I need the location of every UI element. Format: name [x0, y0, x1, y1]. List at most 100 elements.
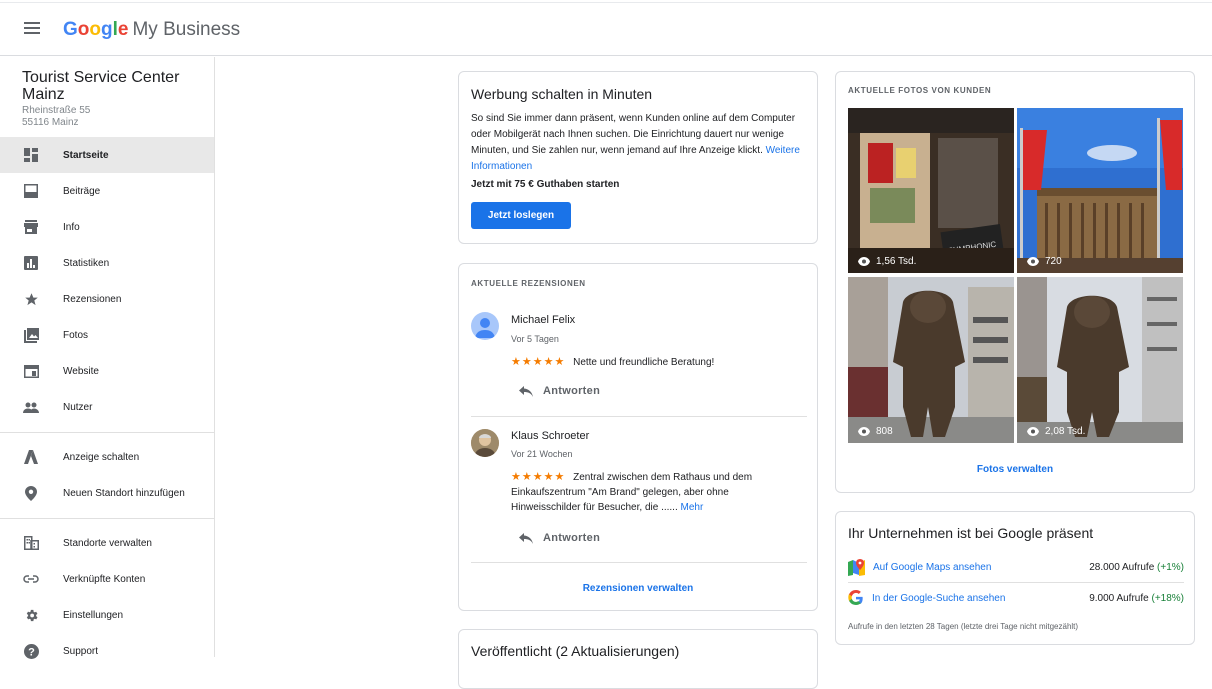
star-rating: ★★★★★: [511, 356, 566, 368]
sidebar-item-label: Website: [63, 365, 99, 377]
sidebar-item-label: Fotos: [63, 329, 89, 341]
sidebar-item-anzeige-schalten[interactable]: Anzeige schalten: [0, 439, 214, 475]
sidebar-item-beitraege[interactable]: Beiträge: [0, 173, 214, 209]
review-text: Nette und freundliche Beratung!: [573, 357, 715, 368]
sidebar: Tourist Service Center Mainz Rheinstraße…: [0, 57, 215, 659]
dashboard-icon: [23, 147, 39, 163]
review-date: Vor 5 Tagen: [511, 334, 559, 344]
sidebar-item-label: Verknüpfte Konten: [63, 573, 146, 585]
ads-icon: [23, 449, 39, 465]
eye-icon: [858, 257, 870, 266]
sidebar-divider: [0, 518, 214, 519]
photo-view-count: 2,08 Tsd.: [1045, 426, 1086, 437]
photo-view-count: 808: [876, 426, 893, 437]
sidebar-item-label: Rezensionen: [63, 293, 122, 305]
maps-views-stat: 28.000 Aufrufe (+1%): [1089, 562, 1184, 573]
review-content: ★★★★★ Zentral zwischen dem Rathaus und d…: [511, 470, 801, 515]
sidebar-item-neuen-standort[interactable]: Neuen Standort hinzufügen: [0, 475, 214, 511]
manage-photos-button[interactable]: Fotos verwalten: [836, 464, 1194, 475]
sidebar-item-label: Beiträge: [63, 185, 101, 197]
star-icon: [23, 291, 39, 307]
sidebar-item-standorte-verwalten[interactable]: Standorte verwalten: [0, 525, 214, 561]
sidebar-item-info[interactable]: Info: [0, 209, 214, 245]
google-maps-icon: [848, 558, 865, 576]
customer-photo[interactable]: SYMPHONIC 1,56 Tsd.: [848, 108, 1014, 273]
sidebar-item-website[interactable]: Website: [0, 353, 214, 389]
ads-offer-text: Jetzt mit 75 € Guthaben starten: [471, 179, 620, 190]
avatar: [471, 312, 499, 340]
photos-icon: [23, 327, 39, 343]
review-content: ★★★★★ Nette und freundliche Beratung!: [511, 355, 801, 368]
website-icon: [23, 363, 39, 379]
star-rating: ★★★★★: [511, 471, 566, 483]
search-row: In der Google-Suche ansehen 9.000 Aufruf…: [848, 587, 1184, 609]
reply-button[interactable]: Antworten: [519, 532, 600, 544]
customer-photo[interactable]: 720: [1017, 108, 1183, 273]
manage-reviews-button[interactable]: Rezensionen verwalten: [459, 583, 817, 594]
reviews-card: AKTUELLE REZENSIONEN Michael Felix Vor 5…: [458, 263, 818, 611]
maps-link[interactable]: Auf Google Maps ansehen: [873, 562, 991, 573]
menu-icon[interactable]: [24, 22, 40, 34]
review-date: Vor 21 Wochen: [511, 449, 573, 459]
eye-icon: [1027, 257, 1039, 266]
presence-title: Ihr Unternehmen ist bei Google präsent: [848, 525, 1094, 541]
reply-button[interactable]: Antworten: [519, 385, 600, 397]
reply-icon: [519, 385, 533, 397]
photo-views: 2,08 Tsd.: [1027, 426, 1085, 437]
customer-photo[interactable]: 808: [848, 277, 1014, 443]
top-edge-line: [0, 2, 1212, 3]
sidebar-item-statistiken[interactable]: Statistiken: [0, 245, 214, 281]
search-link[interactable]: In der Google-Suche ansehen: [872, 593, 1005, 604]
search-views-stat: 9.000 Aufrufe (+18%): [1089, 593, 1184, 604]
avatar: [471, 429, 499, 457]
photo-views: 1,56 Tsd.: [858, 256, 916, 267]
sidebar-item-label: Neuen Standort hinzufügen: [63, 487, 185, 499]
photo-view-count: 720: [1045, 256, 1062, 267]
customer-photo[interactable]: 2,08 Tsd.: [1017, 277, 1183, 443]
search-views-count: 9.000 Aufrufe: [1089, 592, 1149, 604]
svg-text:?: ?: [28, 646, 35, 658]
logo-letter: g: [101, 19, 113, 40]
reviewer-name: Michael Felix: [511, 314, 576, 326]
sidebar-item-label: Info: [63, 221, 80, 233]
insights-icon: [23, 255, 39, 271]
sidebar-item-einstellungen[interactable]: Einstellungen: [0, 597, 214, 633]
business-name: Tourist Service Center Mainz: [22, 69, 180, 103]
photo-views: 720: [1027, 256, 1062, 267]
sidebar-item-label: Einstellungen: [63, 609, 124, 621]
business-address: Rheinstraße 55 55116 Mainz: [22, 105, 90, 129]
top-app-bar: Google My Business: [0, 0, 1212, 56]
maps-row: Auf Google Maps ansehen 28.000 Aufrufe (…: [848, 556, 1184, 578]
presence-footnote: Aufrufe in den letzten 28 Tagen (letzte …: [848, 622, 1079, 631]
sidebar-item-fotos[interactable]: Fotos: [0, 317, 214, 353]
sidebar-item-verknuepfte-konten[interactable]: Verknüpfte Konten: [0, 561, 214, 597]
address-line: Rheinstraße 55: [22, 105, 91, 116]
review-divider: [471, 562, 807, 563]
sidebar-item-label: Startseite: [63, 149, 109, 161]
presence-divider: [848, 582, 1184, 583]
ads-card: Werbung schalten in Minuten So sind Sie …: [458, 71, 818, 244]
ads-card-title: Werbung schalten in Minuten: [471, 86, 653, 102]
logo-letter: e: [117, 19, 129, 40]
sidebar-item-label: Nutzer: [63, 401, 93, 413]
sidebar-item-label: Anzeige schalten: [63, 451, 140, 463]
search-views-change: (+18%): [1151, 592, 1184, 604]
location-pin-icon: [23, 485, 39, 501]
get-started-button[interactable]: Jetzt loslegen: [471, 202, 571, 229]
reviewer-name: Klaus Schroeter: [511, 430, 590, 442]
google-my-business-logo[interactable]: Google My Business: [63, 19, 240, 41]
sidebar-item-nutzer[interactable]: Nutzer: [0, 389, 214, 425]
sidebar-item-startseite[interactable]: Startseite: [0, 137, 214, 173]
published-card: Veröffentlicht (2 Aktualisierungen): [458, 629, 818, 689]
reviews-overline: AKTUELLE REZENSIONEN: [471, 279, 586, 288]
logo-letter: G: [63, 19, 78, 40]
sidebar-item-label: Statistiken: [63, 257, 110, 269]
sidebar-item-rezensionen[interactable]: Rezensionen: [0, 281, 214, 317]
google-g-icon: [848, 590, 863, 605]
ads-card-body-text: So sind Sie immer dann präsent, wenn Kun…: [471, 113, 796, 156]
logo-letter: o: [77, 19, 90, 40]
buildings-icon: [23, 535, 39, 551]
more-link[interactable]: Mehr: [681, 502, 704, 513]
sidebar-item-support[interactable]: ? Support: [0, 633, 214, 669]
eye-icon: [1027, 427, 1039, 436]
